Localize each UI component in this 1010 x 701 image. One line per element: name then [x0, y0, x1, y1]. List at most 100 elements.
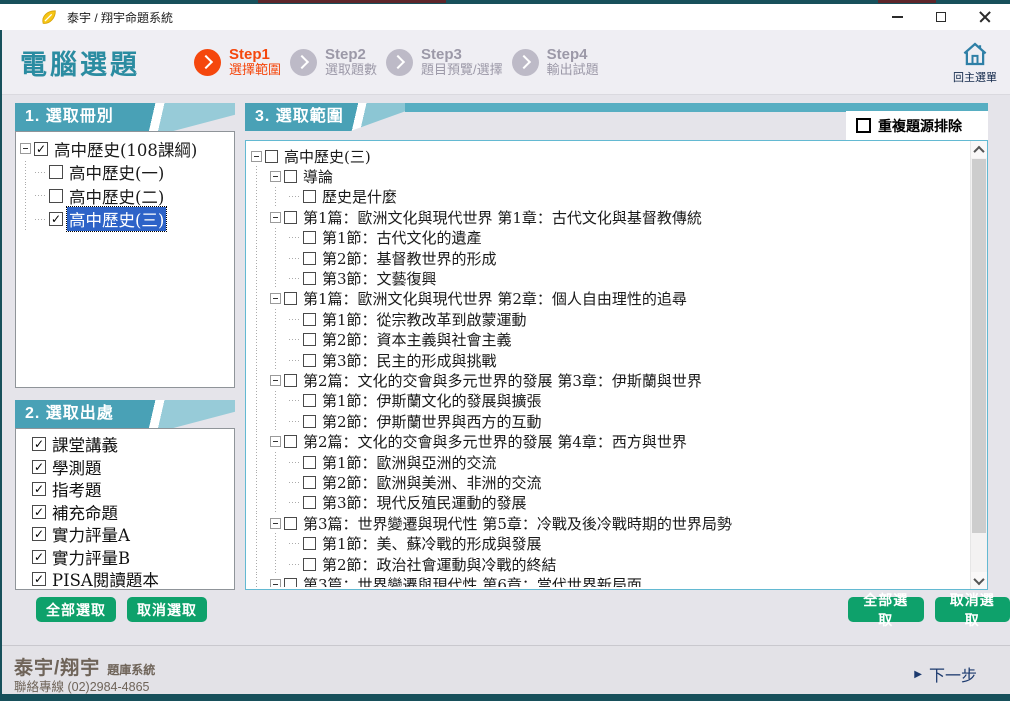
source-checkbox[interactable]: ✓	[32, 572, 46, 587]
tree-expander-minus[interactable]	[251, 150, 262, 162]
tree-expander-minus[interactable]	[270, 293, 281, 305]
tree-checkbox[interactable]	[284, 292, 297, 306]
tree-item-label[interactable]: 第1節：歐洲與亞洲的交流	[320, 452, 499, 473]
tree-item-label[interactable]: 第3篇：世界變遷與現代性 第5章：冷戰及後冷戰時期的世界局勢	[301, 513, 734, 534]
tree-checkbox[interactable]	[303, 475, 316, 489]
page-header: 電腦選題 Step1 選擇範圍 Step2 選取題數 Step3 題目預覽/選擇	[2, 30, 1010, 95]
tree-expander-minus[interactable]	[270, 578, 281, 587]
tree-item-label[interactable]: 歷史是什麼	[320, 186, 399, 207]
tree-item-label[interactable]: 第3節：現代反殖民運動的發展	[320, 492, 529, 513]
tree-guide	[251, 268, 270, 290]
tree-item-label[interactable]: 第1節：美、蘇冷戰的形成與發展	[320, 533, 544, 554]
tree-item-label[interactable]: 高中歷史(三)	[282, 146, 373, 167]
tree-item-label[interactable]: 第3節：民主的形成與挑戰	[320, 350, 499, 371]
tree-guide	[20, 207, 35, 232]
tree-expander-minus[interactable]	[270, 436, 281, 448]
tree-guide	[270, 186, 289, 208]
dedup-checkbox[interactable]	[856, 118, 871, 133]
tree-checkbox[interactable]	[303, 557, 316, 571]
tree-checkbox[interactable]: ✓	[49, 212, 63, 227]
tree-checkbox[interactable]	[303, 272, 316, 286]
tree-item-label[interactable]: 第1篇：歐洲文化與現代世界 第1章：古代文化與基督教傳統	[301, 207, 704, 228]
tree-item-label[interactable]: 第1篇：歐洲文化與現代世界 第2章：個人自由理性的追尋	[301, 288, 689, 309]
tree-checkbox[interactable]	[265, 149, 278, 163]
tree-item-label[interactable]: 高中歷史(三)	[65, 206, 168, 233]
home-label: 回主選單	[953, 72, 997, 84]
tree-checkbox[interactable]	[303, 537, 316, 551]
tree-item-label[interactable]: 導論	[301, 166, 335, 187]
source-checkbox[interactable]: ✓	[32, 437, 46, 452]
source-checkbox[interactable]: ✓	[32, 527, 46, 542]
tree-checkbox[interactable]	[303, 251, 316, 265]
tree-expander-minus[interactable]	[270, 211, 281, 223]
tree-item-label[interactable]: 高中歷史(一)	[67, 160, 166, 184]
maximize-button[interactable]	[934, 10, 948, 24]
tree-item-label[interactable]: 第2篇：文化的交會與多元世界的發展 第4章：西方與世界	[301, 431, 689, 452]
tree-guide	[270, 533, 289, 555]
tree-item-label[interactable]: 高中歷史(108課綱)	[52, 137, 199, 161]
source-checkbox[interactable]: ✓	[32, 549, 46, 564]
tree-item-label[interactable]: 第3節：文藝復興	[320, 268, 439, 289]
tree-connector	[289, 563, 300, 565]
tree-checkbox[interactable]	[284, 170, 297, 184]
book-deselect-button[interactable]: 取消選取	[127, 597, 207, 622]
tree-checkbox[interactable]	[303, 394, 316, 408]
tree-item-label[interactable]: 第3篇：世界變遷與現代性 第6章：當代世界新局面	[301, 574, 644, 587]
tree-item-label[interactable]: 高中歷史(二)	[67, 184, 166, 208]
tree-item-label[interactable]: 第1節：古代文化的遺產	[320, 227, 484, 248]
tree-checkbox[interactable]	[284, 373, 297, 387]
tree-item-label[interactable]: 第2篇：文化的交會與多元世界的發展 第3章：伊斯蘭與世界	[301, 370, 704, 391]
source-checkbox[interactable]: ✓	[32, 482, 46, 497]
tree-checkbox[interactable]	[303, 333, 316, 347]
source-checkbox[interactable]: ✓	[32, 504, 46, 519]
tree-guide	[251, 533, 270, 555]
scrollbar-thumb[interactable]	[972, 159, 986, 533]
tree-checkbox[interactable]	[303, 455, 316, 469]
tree-item-label[interactable]: 第2節：伊斯蘭世界與西方的互動	[320, 411, 544, 432]
tree-expander-minus[interactable]	[270, 374, 281, 386]
home-menu-button[interactable]: 回主選單	[953, 39, 997, 85]
main-area: 1. 選取冊別 ✓ 高中歷史(108課綱) 高中歷史(一) 高中歷史(二) ✓ 高中歷史(…	[2, 95, 1010, 645]
source-checkbox[interactable]: ✓	[32, 459, 46, 474]
tree-checkbox[interactable]	[49, 188, 63, 203]
tree-checkbox[interactable]	[303, 353, 316, 367]
scroll-up-button[interactable]	[971, 141, 987, 158]
tree-checkbox[interactable]	[303, 312, 316, 326]
tree-expander-minus[interactable]	[270, 171, 281, 183]
step-4-label: Step4	[546, 45, 588, 63]
tree-checkbox[interactable]	[49, 165, 63, 180]
tree-row: 導論	[251, 166, 967, 188]
page-title: 電腦選題	[20, 49, 140, 80]
tree-connector	[289, 481, 300, 483]
book-select-all-button[interactable]: 全部選取	[36, 597, 116, 622]
tree-item-label[interactable]: 第1節：從宗教改革到啟蒙運動	[320, 309, 529, 330]
tree-checkbox[interactable]	[303, 414, 316, 428]
next-step-button[interactable]: ▶ 下一步	[914, 662, 977, 686]
tree-expander-minus[interactable]	[20, 143, 31, 155]
source-option: ✓ 實力評量B	[32, 546, 234, 569]
tree-item-label[interactable]: 第2節：資本主義與社會主義	[320, 329, 514, 350]
scope-select-all-button[interactable]: 全部選取	[848, 592, 924, 628]
tree-guide	[251, 329, 270, 351]
tree-checkbox[interactable]	[284, 435, 297, 449]
scrollbar[interactable]	[970, 141, 987, 589]
scroll-down-button[interactable]	[971, 572, 987, 589]
close-button[interactable]	[978, 10, 992, 24]
tree-checkbox[interactable]	[284, 577, 297, 587]
tree-guide	[270, 411, 289, 432]
tree-item-label[interactable]: 第2節：歐洲與美洲、非洲的交流	[320, 472, 544, 493]
tree-checkbox[interactable]	[284, 516, 297, 530]
minimize-icon	[891, 16, 903, 18]
tree-item-label[interactable]: 第1節：伊斯蘭文化的發展與擴張	[320, 390, 544, 411]
tree-checkbox[interactable]	[284, 210, 297, 224]
tree-item-label[interactable]: 第2節：政治社會運動與冷戰的終結	[320, 554, 559, 575]
tree-checkbox[interactable]	[303, 231, 316, 245]
minimize-button[interactable]	[890, 10, 904, 24]
tree-checkbox[interactable]: ✓	[34, 141, 48, 156]
tree-connector	[289, 420, 300, 422]
scope-deselect-button[interactable]: 取消選取	[934, 592, 1010, 628]
tree-item-label[interactable]: 第2節：基督教世界的形成	[320, 248, 499, 269]
tree-checkbox[interactable]	[303, 190, 316, 204]
tree-checkbox[interactable]	[303, 496, 316, 510]
tree-expander-minus[interactable]	[270, 517, 281, 529]
